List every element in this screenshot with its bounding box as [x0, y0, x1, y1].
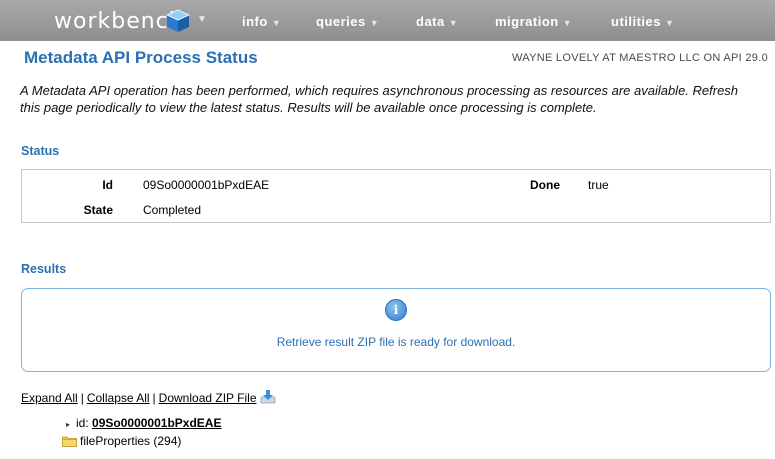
- menu-info[interactable]: info ▼: [242, 14, 281, 29]
- menu-queries-label: queries: [316, 14, 366, 29]
- menu-info-label: info: [242, 14, 268, 29]
- chevron-down-icon: ▼: [369, 18, 380, 28]
- page-title: Metadata API Process Status: [24, 48, 258, 67]
- expand-all-link[interactable]: Expand All: [21, 391, 78, 405]
- chevron-down-icon: ▼: [271, 18, 282, 28]
- menu-queries[interactable]: queries ▼: [316, 14, 379, 29]
- tree-folder-label: fileProperties (294): [80, 434, 182, 448]
- menu-data[interactable]: data ▼: [416, 14, 458, 29]
- status-done-label: Done: [530, 178, 560, 192]
- tree-id-link[interactable]: 09So0000001bPxdEAE: [92, 416, 221, 430]
- chevron-down-icon: ▼: [448, 18, 459, 28]
- menu-utilities-label: utilities: [611, 14, 662, 29]
- logo-chevron-down-icon[interactable]: ▼: [197, 14, 207, 25]
- tree-node-folder[interactable]: fileProperties (294): [62, 434, 181, 448]
- chevron-down-icon: ▼: [562, 18, 573, 28]
- results-message: Retrieve result ZIP file is ready for do…: [276, 335, 516, 349]
- status-id-value: 09So0000001bPxdEAE: [143, 178, 270, 192]
- cube-logo-icon[interactable]: [165, 8, 191, 34]
- status-done-value: true: [588, 178, 609, 192]
- download-zip-link[interactable]: Download ZIP File: [159, 391, 257, 405]
- results-section-title: Results: [21, 262, 67, 276]
- status-state-label: State: [83, 203, 113, 217]
- menu-migration[interactable]: migration ▼: [495, 14, 572, 29]
- download-icon[interactable]: [260, 389, 276, 404]
- status-state-value: Completed: [143, 203, 202, 217]
- collapse-all-link[interactable]: Collapse All: [87, 391, 150, 405]
- info-icon: i: [385, 299, 407, 321]
- separator: |: [80, 391, 84, 405]
- tree-expander-icon[interactable]: ▸: [66, 420, 70, 429]
- separator: |: [152, 391, 156, 405]
- tree-controls: Expand All | Collapse All | Download ZIP Fil…: [21, 389, 276, 405]
- intro-text: A Metadata API operation has been perfor…: [20, 83, 739, 115]
- status-section-title: Status: [21, 144, 60, 158]
- menu-utilities[interactable]: utilities ▼: [611, 14, 674, 29]
- status-table: Id 09So0000001bPxdEAE Done true State Co…: [21, 169, 771, 223]
- chevron-down-icon: ▼: [665, 18, 675, 28]
- tree-id-prefix: id:: [76, 416, 89, 430]
- top-navbar: workbench ▼ info ▼ queries ▼ data ▼ migrati…: [0, 0, 775, 41]
- tree-node-root: ▸ id: 09So0000001bPxdEAE: [66, 416, 221, 430]
- folder-icon: [62, 436, 77, 447]
- status-id-label: Id: [102, 178, 113, 192]
- user-info: WAYNE LOVELY AT MAESTRO LLC ON API 29.0: [511, 52, 768, 64]
- menu-data-label: data: [416, 14, 445, 29]
- menu-migration-label: migration: [495, 14, 559, 29]
